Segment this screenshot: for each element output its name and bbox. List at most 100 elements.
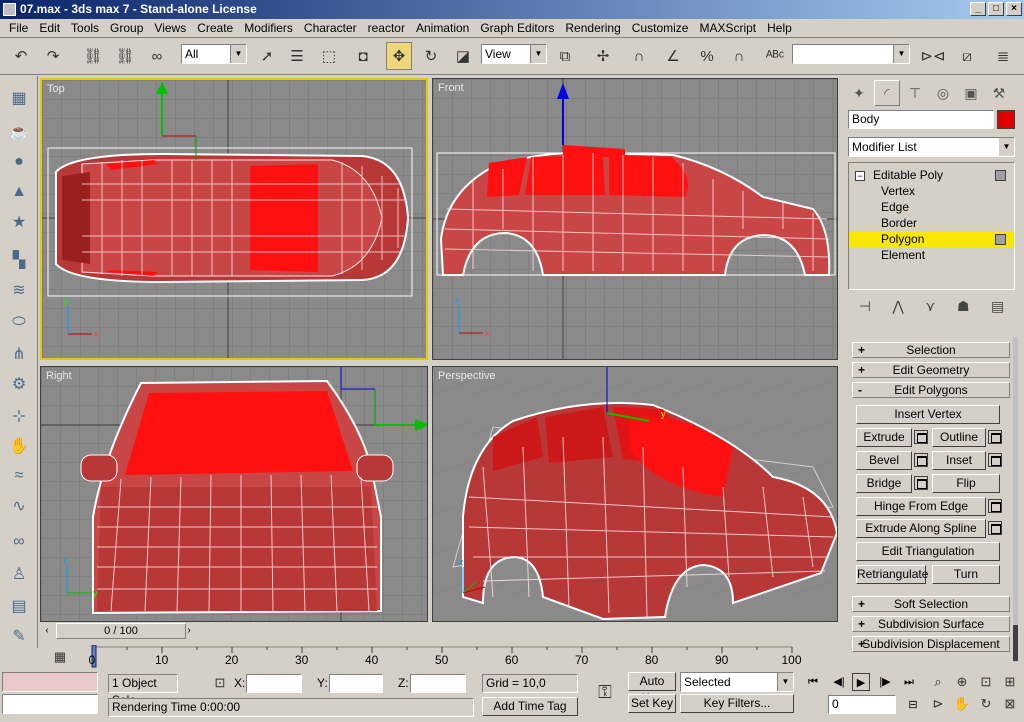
modify-tab-icon[interactable]: ◜: [874, 80, 900, 106]
z-coord-field[interactable]: [410, 674, 466, 693]
bridge-settings-icon[interactable]: [914, 476, 928, 490]
stack-item-vertex[interactable]: Vertex: [849, 183, 1014, 199]
named-selection-dropdown[interactable]: ▼: [792, 44, 910, 64]
angle-snap-icon[interactable]: ∠: [660, 42, 686, 70]
select-and-link-icon[interactable]: ⛓: [80, 42, 106, 70]
viewport-perspective[interactable]: y z Perspective: [432, 366, 838, 622]
menu-maxscript[interactable]: MAXScript: [694, 20, 762, 37]
minimize-button[interactable]: _: [970, 2, 986, 16]
brush-icon[interactable]: ✎: [5, 622, 33, 650]
make-unique-icon[interactable]: ⋎: [925, 298, 935, 315]
pan-hand-icon[interactable]: ✋: [952, 694, 972, 714]
menu-tools[interactable]: Tools: [66, 20, 105, 37]
scrollbar-thumb[interactable]: [1013, 625, 1018, 661]
select-and-rotate-icon[interactable]: ↻: [418, 42, 444, 70]
rollout-soft-selection[interactable]: + Soft Selection: [852, 596, 1010, 612]
bevel-settings-icon[interactable]: [914, 453, 928, 467]
extrude-spline-settings-icon[interactable]: [988, 521, 1002, 535]
extrude-along-spline-button[interactable]: Extrude Along Spline: [856, 519, 986, 538]
menu-help[interactable]: Help: [762, 20, 798, 37]
helper-icon[interactable]: ⊹: [5, 402, 33, 430]
outline-settings-icon[interactable]: [988, 430, 1002, 444]
modifier-stack[interactable]: − Editable Poly Vertex Edge Border Polygon Ele…: [848, 162, 1015, 290]
maximize-viewport-icon[interactable]: ⊠: [1000, 694, 1020, 714]
stack-item-edge[interactable]: Edge: [849, 199, 1014, 215]
field-of-view-icon[interactable]: ⊳: [928, 694, 948, 714]
stack-toggle-box[interactable]: [995, 234, 1006, 245]
sphere-icon[interactable]: ●: [5, 148, 33, 176]
menu-file[interactable]: File: [4, 20, 34, 37]
menu-character[interactable]: Character: [299, 20, 363, 37]
menu-animation[interactable]: Animation: [411, 20, 475, 37]
key-filters-button[interactable]: Key Filters...: [680, 694, 794, 713]
box-icon[interactable]: ▦: [5, 84, 33, 112]
pin-stack-icon[interactable]: ⊣: [859, 298, 871, 315]
selection-filter-dropdown[interactable]: All ▼: [181, 44, 247, 64]
layer-manager-icon[interactable]: ≣: [990, 42, 1016, 70]
configure-sets-icon[interactable]: ▤: [991, 298, 1004, 315]
prev-frame-icon[interactable]: ◀|: [830, 673, 848, 691]
object-name-field[interactable]: Body: [848, 110, 994, 129]
key-mode-toggle-icon[interactable]: ⊟: [904, 696, 922, 714]
time-slider[interactable]: 0 / 100: [56, 623, 186, 639]
hinge-settings-icon[interactable]: [988, 499, 1002, 513]
track-bar[interactable]: 0 10 20 30 40 50 60 70 80 90 100: [40, 645, 802, 669]
inset-button[interactable]: Inset: [932, 451, 986, 470]
menu-graph-editors[interactable]: Graph Editors: [475, 20, 560, 37]
add-time-tag-button[interactable]: Add Time Tag: [482, 697, 578, 716]
create-tab-icon[interactable]: ✦: [846, 80, 872, 106]
close-button[interactable]: ×: [1006, 2, 1022, 16]
align-icon[interactable]: ⧄: [954, 42, 980, 70]
manipulate-icon[interactable]: ✢: [590, 42, 616, 70]
rollout-edit-polygons[interactable]: - Edit Polygons: [852, 382, 1010, 398]
maximize-button[interactable]: □: [988, 2, 1004, 16]
menu-modifiers[interactable]: Modifiers: [239, 20, 299, 37]
gear-icon[interactable]: ⚙: [5, 370, 33, 398]
link-icon[interactable]: ∞: [5, 528, 33, 556]
time-prev-icon[interactable]: ‹: [40, 623, 54, 639]
zoom-icon[interactable]: ⌕: [928, 672, 948, 692]
collapse-icon[interactable]: −: [855, 171, 865, 181]
command-panel-scrollbar[interactable]: [1013, 337, 1018, 662]
magnet-icon[interactable]: ⋔: [5, 340, 33, 368]
turn-button[interactable]: Turn: [932, 565, 1000, 584]
cone-icon[interactable]: ▲: [5, 178, 33, 206]
stack-item-border[interactable]: Border: [849, 215, 1014, 231]
rectangular-selection-icon[interactable]: ⬚: [316, 42, 342, 70]
wave-icon[interactable]: ≈: [5, 462, 33, 490]
goto-end-icon[interactable]: ⏭: [900, 673, 918, 691]
bevel-button[interactable]: Bevel: [856, 451, 912, 470]
current-frame-field[interactable]: 0: [828, 695, 896, 714]
percent-snap-icon[interactable]: %: [694, 42, 720, 70]
hand-icon[interactable]: ✋: [5, 432, 33, 460]
menu-reactor[interactable]: reactor: [363, 20, 411, 37]
arc-rotate-icon[interactable]: ↻: [976, 694, 996, 714]
viewport-right[interactable]: z y Right: [40, 366, 428, 622]
select-by-name-icon[interactable]: ☰: [284, 42, 310, 70]
mirror-icon[interactable]: ⊳⊲: [920, 42, 946, 70]
viewport-label[interactable]: Top: [47, 83, 65, 95]
stack-item-polygon[interactable]: Polygon: [849, 231, 1014, 247]
ripple-icon[interactable]: ∿: [5, 492, 33, 520]
biped-icon[interactable]: ♙: [5, 560, 33, 588]
select-object-icon[interactable]: ➚: [254, 42, 280, 70]
modifier-list-dropdown[interactable]: Modifier List ▼: [848, 137, 1015, 157]
menu-edit[interactable]: Edit: [34, 20, 66, 37]
outline-button[interactable]: Outline: [932, 428, 986, 447]
time-next-icon[interactable]: ›: [182, 623, 196, 639]
set-key-button[interactable]: Set Key: [628, 694, 676, 713]
menu-views[interactable]: Views: [149, 20, 192, 37]
hinge-from-edge-button[interactable]: Hinge From Edge: [856, 497, 986, 516]
menu-rendering[interactable]: Rendering: [560, 20, 626, 37]
bridge-button[interactable]: Bridge: [856, 474, 912, 493]
maxscript-listener-field[interactable]: [2, 672, 98, 692]
window-crossing-icon[interactable]: ◘: [350, 42, 376, 70]
flip-button[interactable]: Flip: [932, 474, 1000, 493]
insert-vertex-button[interactable]: Insert Vertex: [856, 405, 1000, 424]
y-coord-field[interactable]: [329, 674, 383, 693]
teapot-icon[interactable]: ☕: [5, 118, 33, 146]
x-coord-field[interactable]: [246, 674, 302, 693]
viewport-label[interactable]: Right: [46, 370, 72, 382]
remove-modifier-icon[interactable]: ☗: [957, 298, 970, 315]
reference-coordinate-dropdown[interactable]: View ▼: [481, 44, 547, 64]
